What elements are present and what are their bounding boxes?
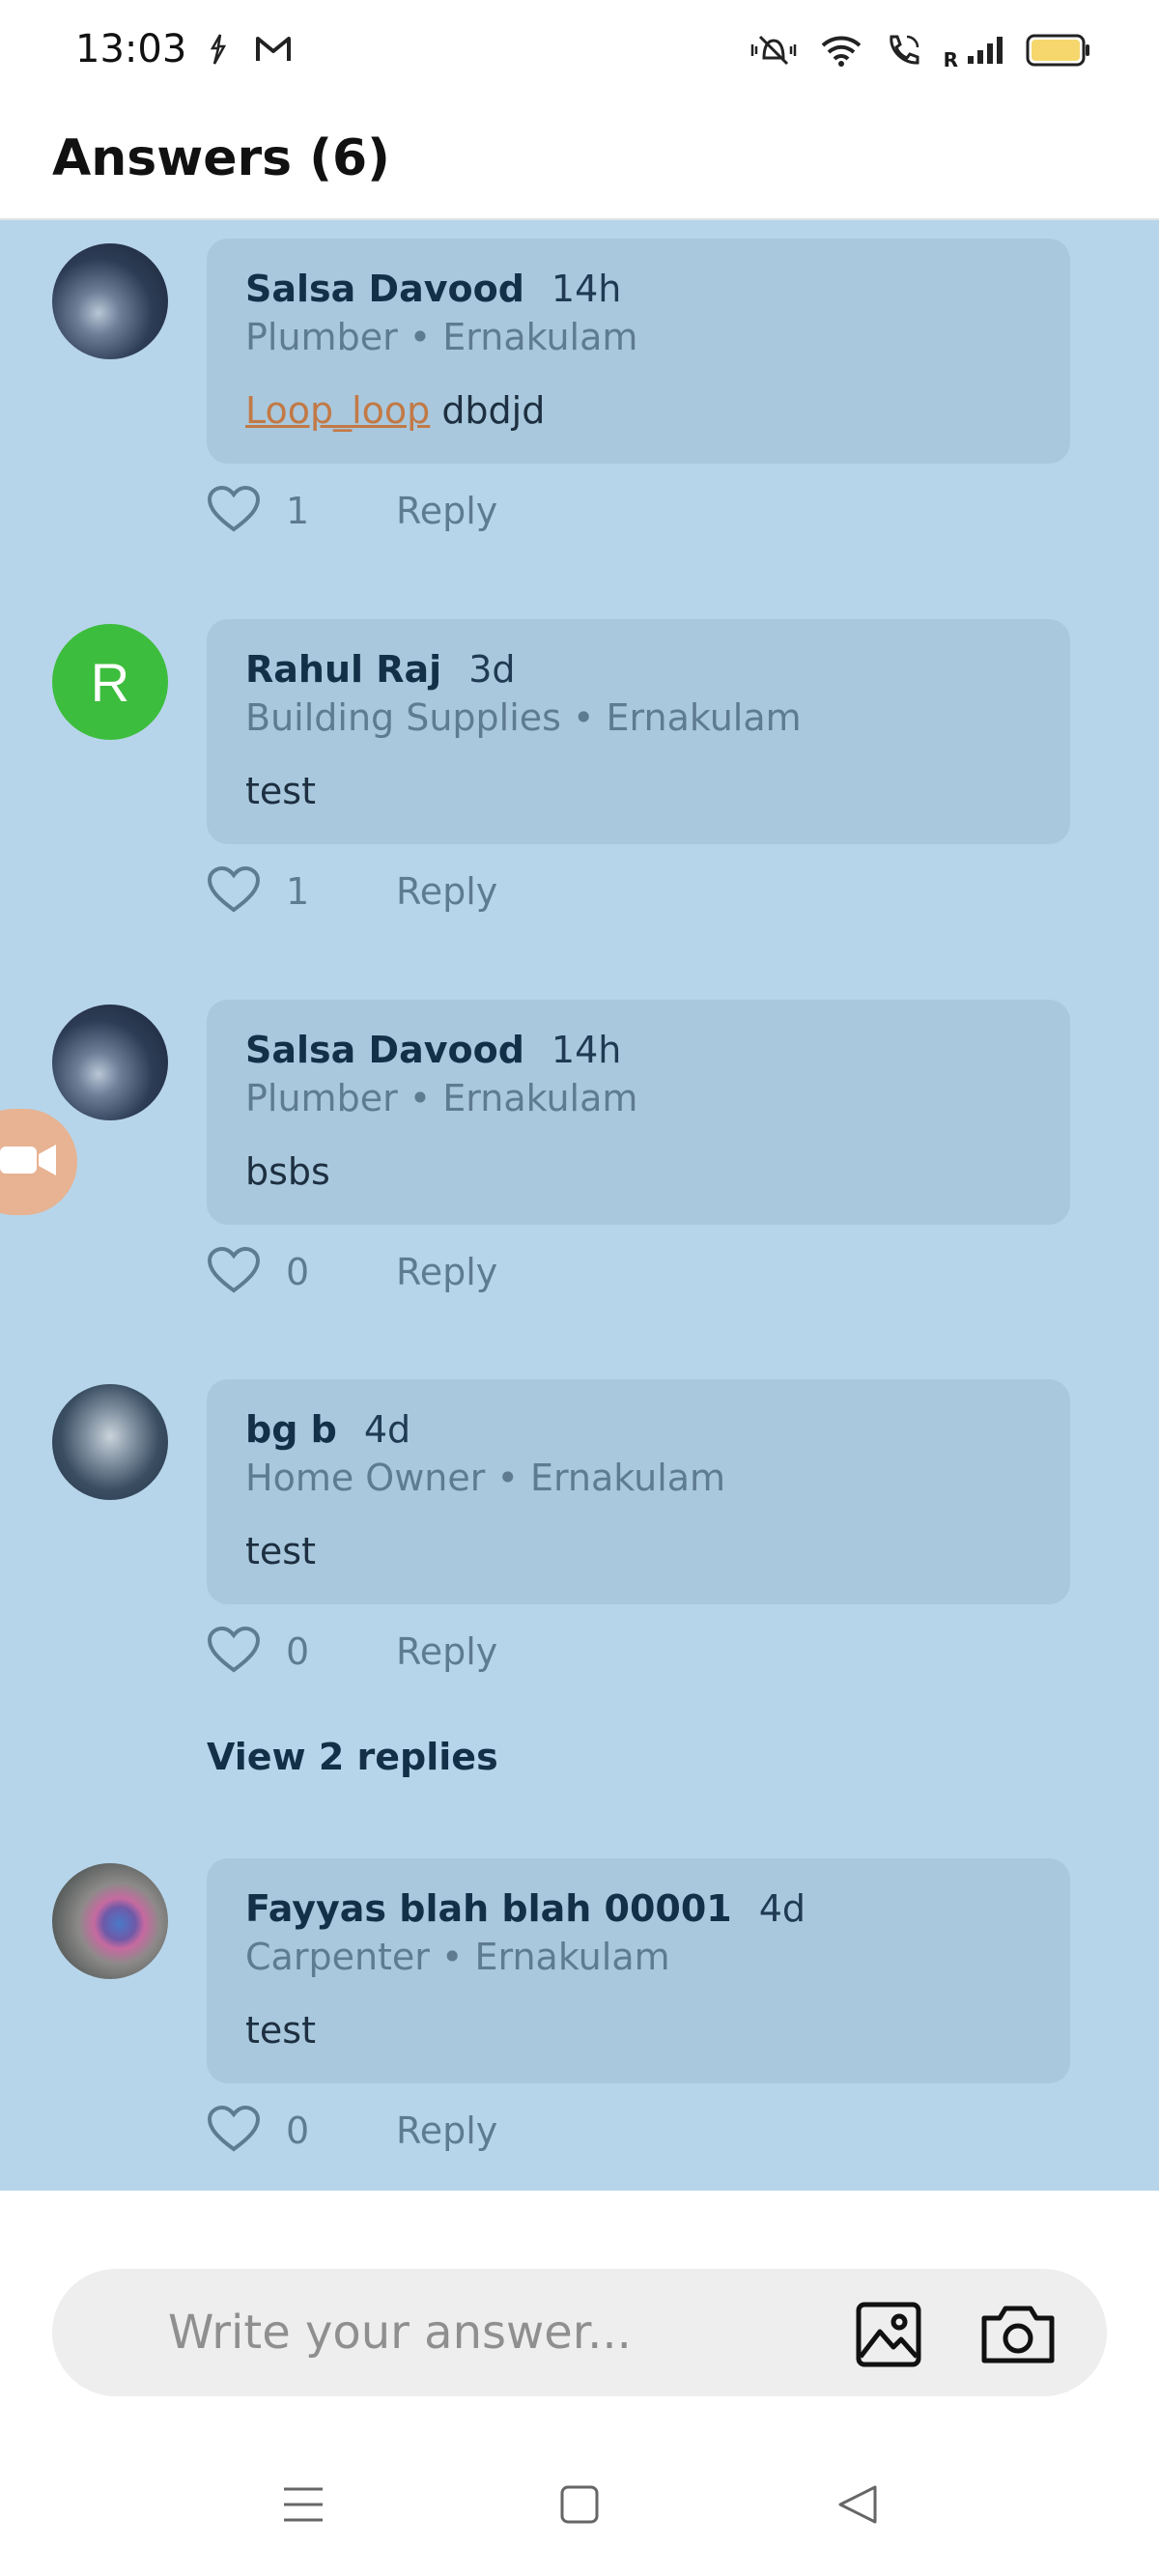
like-icon[interactable] <box>207 2105 261 2157</box>
answer-text: bsbs <box>245 1150 330 1193</box>
camera-icon <box>981 2306 1055 2364</box>
post-time: 3d <box>468 648 516 691</box>
reply-button[interactable]: Reply <box>396 1630 497 1673</box>
mention-link[interactable]: Loop_loop <box>245 389 430 432</box>
post-time: 4d <box>363 1408 411 1451</box>
like-icon[interactable] <box>207 485 261 537</box>
battery-icon <box>1026 33 1091 68</box>
image-icon <box>856 2302 921 2367</box>
sync-icon <box>207 33 228 66</box>
answers-feed[interactable]: Salsa Davood 14h Plumber • Ernakulam Loo… <box>0 220 1159 2191</box>
video-camera-icon <box>0 1141 58 1183</box>
author-meta: Building Supplies • Ernakulam <box>245 696 802 739</box>
wifi-calling-icon <box>884 33 922 68</box>
author-meta: Carpenter • Ernakulam <box>245 1936 670 1978</box>
header: Answers (6) <box>0 104 1159 220</box>
author-name[interactable]: Salsa Davood <box>245 268 524 310</box>
camera-button[interactable] <box>977 2300 1059 2369</box>
reply-button[interactable]: Reply <box>396 2109 497 2152</box>
like-count: 0 <box>286 2109 310 2152</box>
reply-button[interactable]: Reply <box>396 490 497 532</box>
reply-button[interactable]: Reply <box>396 870 497 913</box>
wifi-icon <box>820 33 862 68</box>
status-time: 13:03 <box>75 27 187 71</box>
avatar[interactable] <box>52 1005 168 1120</box>
author-name[interactable]: bg b <box>245 1408 337 1451</box>
like-icon[interactable] <box>207 1246 261 1298</box>
answer-bubble: bg b 4d Home Owner • Ernakulam test <box>207 1379 1070 1604</box>
answer-input[interactable] <box>168 2302 844 2364</box>
author-meta: Plumber • Ernakulam <box>245 1077 638 1119</box>
mute-icon <box>749 33 799 68</box>
answer-bubble: Salsa Davood 14h Plumber • Ernakulam bsb… <box>207 1000 1070 1225</box>
author-name[interactable]: Salsa Davood <box>245 1029 524 1071</box>
like-count: 1 <box>286 870 310 913</box>
answer-composer <box>52 2269 1107 2396</box>
answer-body: dbdjd <box>441 389 546 432</box>
answer-text: test <box>245 2009 316 2052</box>
author-meta: Home Owner • Ernakulam <box>245 1457 726 1499</box>
like-icon[interactable] <box>207 1626 261 1678</box>
like-count: 1 <box>286 490 310 532</box>
avatar[interactable] <box>52 1863 168 1979</box>
like-icon[interactable] <box>207 865 261 918</box>
answer-actions: 0 Reply <box>207 1243 497 1301</box>
answer-bubble: Fayyas blah blah 00001 4d Carpenter • Er… <box>207 1858 1070 2083</box>
answer-bubble: Salsa Davood 14h Plumber • Ernakulam Loo… <box>207 239 1070 464</box>
post-time: 14h <box>551 268 622 310</box>
floating-video-button[interactable] <box>0 1109 77 1215</box>
answer-text: test <box>245 770 316 812</box>
answer-actions: 1 Reply <box>207 482 497 540</box>
post-time: 14h <box>551 1029 622 1071</box>
answer-text: Loop_loop dbdjd <box>245 389 1032 432</box>
back-triangle-icon[interactable] <box>819 2471 896 2538</box>
status-bar: 13:03 R <box>0 0 1159 104</box>
attach-image-button[interactable] <box>854 2300 923 2369</box>
avatar[interactable]: R <box>52 624 168 740</box>
author-name[interactable]: Rahul Raj <box>245 648 441 691</box>
menu-icon[interactable] <box>265 2471 342 2538</box>
avatar[interactable] <box>52 243 168 359</box>
post-time: 4d <box>758 1887 806 1930</box>
gmail-icon <box>255 35 292 64</box>
answer-actions: 1 Reply <box>207 863 497 920</box>
answer-text: test <box>245 1530 316 1572</box>
like-count: 0 <box>286 1251 310 1293</box>
author-name[interactable]: Fayyas blah blah 00001 <box>245 1887 732 1930</box>
reply-button[interactable]: Reply <box>396 1251 497 1293</box>
signal-icon <box>966 35 1004 66</box>
roaming-indicator: R <box>943 48 958 71</box>
composer-area <box>0 2191 1159 2432</box>
page-title: Answers (6) <box>52 129 390 187</box>
answer-actions: 0 Reply <box>207 2102 497 2160</box>
answer-bubble: Rahul Raj 3d Building Supplies • Ernakul… <box>207 619 1070 844</box>
answer-actions: 0 Reply <box>207 1623 497 1681</box>
system-nav-bar <box>0 2432 1159 2576</box>
avatar[interactable] <box>52 1384 168 1500</box>
home-square-icon[interactable] <box>541 2471 618 2538</box>
like-count: 0 <box>286 1630 310 1673</box>
view-replies-link[interactable]: View 2 replies <box>207 1736 498 1778</box>
author-meta: Plumber • Ernakulam <box>245 316 638 358</box>
